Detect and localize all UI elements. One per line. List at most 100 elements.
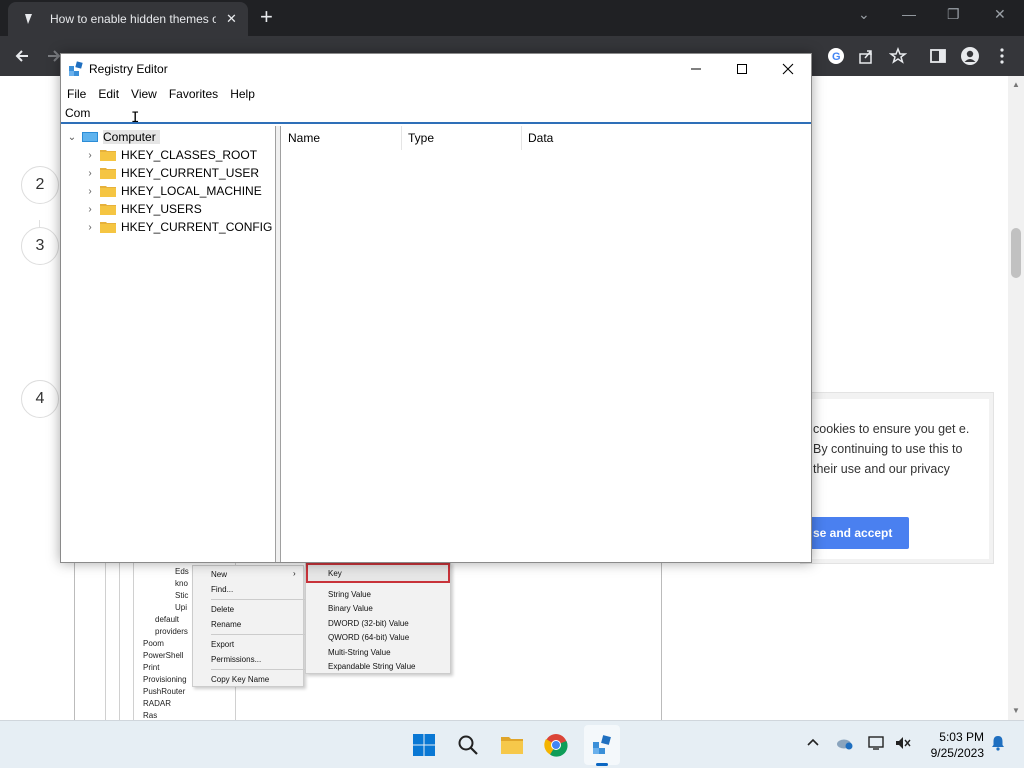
weather-icon[interactable] xyxy=(836,735,854,754)
scroll-down-icon[interactable]: ▼ xyxy=(1012,706,1020,715)
share-icon xyxy=(859,50,872,64)
maximize-button[interactable] xyxy=(719,54,765,84)
menu-item: Key xyxy=(328,569,342,578)
minimize-icon xyxy=(691,68,701,70)
address-input[interactable] xyxy=(65,104,765,122)
menu-item: New xyxy=(211,570,228,579)
step-number: 4 xyxy=(21,380,59,418)
system-clock[interactable]: 5:03 PM 9/25/2023 xyxy=(920,729,984,761)
svg-text:G: G xyxy=(832,51,841,63)
taskbar: 5:03 PM 9/25/2023 xyxy=(0,720,1024,768)
values-list: Name Type Data xyxy=(282,126,811,562)
menu-edit[interactable]: Edit xyxy=(92,84,125,104)
search-icon xyxy=(458,735,478,755)
google-lens-button[interactable]: G xyxy=(824,44,848,68)
scroll-up-icon[interactable]: ▲ xyxy=(1012,80,1020,89)
menu-item: Binary Value xyxy=(328,604,373,613)
chevron-down-icon[interactable]: ⌄ xyxy=(66,132,78,143)
tab-close-icon[interactable]: ✕ xyxy=(226,11,237,27)
folder-icon xyxy=(100,150,116,161)
menu-divider xyxy=(211,634,313,635)
column-header-data[interactable]: Data xyxy=(522,126,642,150)
cookie-text: cookies to ensure you get e. By continui… xyxy=(813,422,970,476)
back-button[interactable] xyxy=(10,44,34,68)
tree-item-label: HKEY_CLASSES_ROOT xyxy=(121,148,258,162)
column-header-type[interactable]: Type xyxy=(402,126,522,150)
list-item: PushRouter xyxy=(143,687,186,696)
chrome-button[interactable] xyxy=(540,729,572,761)
chevron-right-icon[interactable]: › xyxy=(84,186,96,197)
menu-item: DWORD (32-bit) Value xyxy=(328,619,409,628)
tab-search-icon[interactable]: ⌄ xyxy=(858,6,870,23)
list-item: RADAR xyxy=(143,699,172,708)
star-icon xyxy=(889,47,907,64)
embedded-context-menu: New › Find... Delete Rename Export Permi… xyxy=(192,565,313,687)
folder-icon xyxy=(501,737,523,754)
chevron-up-icon[interactable] xyxy=(806,735,820,752)
chevron-right-icon[interactable]: › xyxy=(84,222,96,233)
start-button[interactable] xyxy=(408,729,440,761)
column-header-name[interactable]: Name xyxy=(282,126,402,150)
display-icon[interactable] xyxy=(868,735,886,754)
menu-help[interactable]: Help xyxy=(224,84,261,104)
close-icon xyxy=(782,63,794,75)
volume-muted-icon[interactable] xyxy=(894,735,912,754)
registry-title-bar[interactable]: Registry Editor xyxy=(61,54,811,84)
computer-icon xyxy=(82,132,98,142)
menu-view[interactable]: View xyxy=(125,84,163,104)
folder-icon xyxy=(100,186,116,197)
window-title: Registry Editor xyxy=(89,62,168,76)
new-tab-button[interactable]: + xyxy=(260,6,273,28)
chevron-right-icon[interactable]: › xyxy=(84,204,96,215)
tree-item-label: HKEY_CURRENT_USER xyxy=(121,166,260,180)
close-button[interactable] xyxy=(765,54,811,84)
file-explorer-button[interactable] xyxy=(496,729,528,761)
page-scrollbar[interactable]: ▲ ▼ xyxy=(1008,76,1024,720)
browser-restore-button[interactable]: ❐ xyxy=(947,6,960,23)
side-panel-icon xyxy=(930,49,946,63)
tree-item-hkcr[interactable]: › HKEY_CLASSES_ROOT xyxy=(84,146,257,164)
active-app-indicator xyxy=(596,763,608,766)
cookie-panel: cookies to ensure you get e. By continui… xyxy=(801,399,989,559)
chevron-right-icon[interactable]: › xyxy=(84,150,96,161)
notification-bell-icon[interactable] xyxy=(990,735,1006,754)
tree-item-hkcc[interactable]: › HKEY_CURRENT_CONFIG xyxy=(84,218,272,236)
share-button[interactable] xyxy=(854,44,878,68)
tree-item-computer[interactable]: ⌄ Computer xyxy=(66,128,160,146)
registry-editor-icon xyxy=(69,61,83,76)
bookmark-button[interactable] xyxy=(886,44,910,68)
chevron-right-icon: › xyxy=(293,569,296,578)
regedit-taskbar-button[interactable] xyxy=(586,729,618,761)
menu-item: Copy Key Name xyxy=(211,675,270,684)
menu-item: Permissions... xyxy=(211,655,262,664)
cookie-accept-button[interactable]: se and accept xyxy=(801,517,909,549)
tree-item-hklm[interactable]: › HKEY_LOCAL_MACHINE xyxy=(84,182,261,200)
tree-guide-line xyxy=(119,562,120,720)
folder-icon xyxy=(100,168,116,179)
address-bar xyxy=(61,104,811,124)
browser-menu-button[interactable] xyxy=(990,44,1014,68)
menu-item: QWORD (64-bit) Value xyxy=(328,633,410,642)
side-panel-button[interactable] xyxy=(926,44,950,68)
menu-item: Multi-String Value xyxy=(328,648,391,657)
tree-item-hku[interactable]: › HKEY_USERS xyxy=(84,200,201,218)
step-number: 3 xyxy=(21,227,59,265)
registry-editor-icon xyxy=(593,735,611,754)
profile-button[interactable] xyxy=(958,44,982,68)
scroll-thumb[interactable] xyxy=(1011,228,1021,278)
cookie-banner: cookies to ensure you get e. By continui… xyxy=(800,392,994,564)
menu-file[interactable]: File xyxy=(61,84,92,104)
registry-tree: ⌄ Computer › HKEY_CLASSES_ROOT › HKEY_CU… xyxy=(62,126,276,562)
chevron-right-icon[interactable]: › xyxy=(84,168,96,179)
back-arrow-icon xyxy=(15,50,28,62)
tree-item-hkcu[interactable]: › HKEY_CURRENT_USER xyxy=(84,164,259,182)
browser-minimize-button[interactable]: — xyxy=(902,6,916,22)
browser-tab[interactable]: How to enable hidden themes o ✕ xyxy=(8,2,248,36)
folder-icon xyxy=(100,222,116,233)
taskbar-search-button[interactable] xyxy=(452,729,484,761)
pane-splitter[interactable] xyxy=(276,126,281,562)
menu-favorites[interactable]: Favorites xyxy=(163,84,224,104)
browser-tab-bar: How to enable hidden themes o ✕ + ⌄ — ❐ … xyxy=(0,0,1024,36)
minimize-button[interactable] xyxy=(673,54,719,84)
browser-close-button[interactable]: ✕ xyxy=(994,6,1006,23)
